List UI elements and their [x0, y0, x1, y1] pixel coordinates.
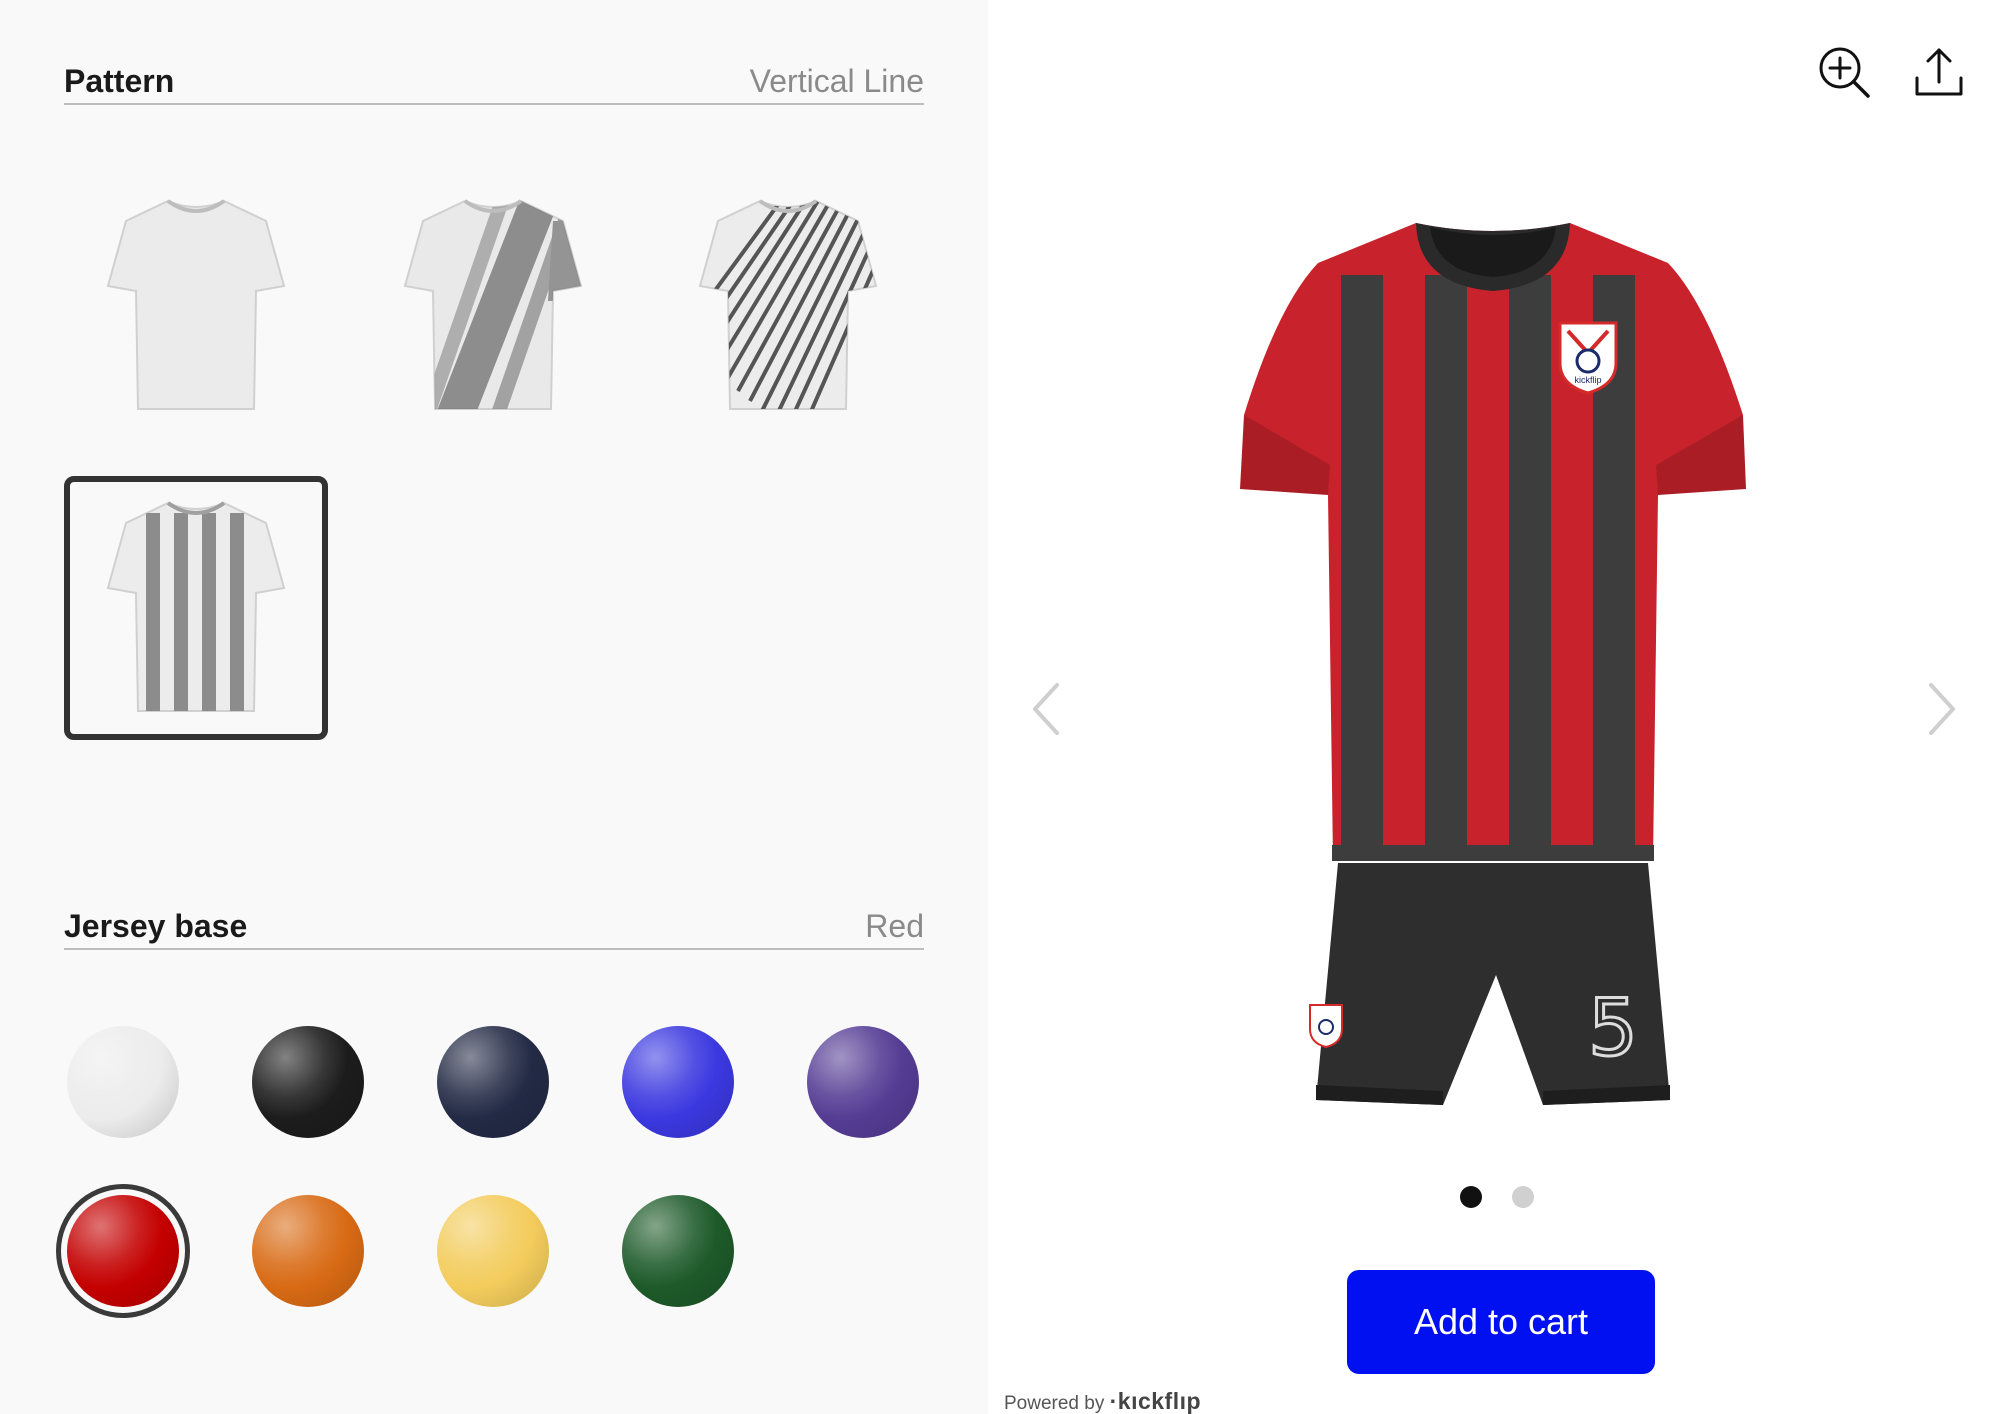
pagination-dot-1[interactable]: [1460, 1186, 1482, 1208]
color-swatch-blue[interactable]: [622, 1026, 734, 1138]
jersey-hem: [1332, 845, 1654, 861]
color-swatch-yellow[interactable]: [437, 1195, 549, 1307]
previous-view-button[interactable]: [1021, 674, 1071, 744]
share-button[interactable]: [1909, 42, 1969, 102]
color-swatch-green[interactable]: [622, 1195, 734, 1307]
chevron-left-icon: [1033, 683, 1059, 735]
chevron-right-icon: [1929, 683, 1955, 735]
jersey-base-section-header: Jersey base Red: [64, 900, 924, 950]
pagination-dot-2[interactable]: [1512, 1186, 1534, 1208]
shorts-crest: [1309, 1004, 1343, 1049]
color-swatch-black[interactable]: [252, 1026, 364, 1138]
product-viewer: kickflip 5 Add to cart Powered by ·kıckf…: [988, 0, 1998, 1414]
pattern-title: Pattern: [64, 63, 175, 99]
options-panel: Pattern Vertical Line Jersey base Red: [0, 0, 988, 1414]
pattern-section-header: Pattern Vertical Line: [64, 55, 924, 105]
color-swatch-red[interactable]: [67, 1195, 179, 1307]
jersey-base-title: Jersey base: [64, 908, 248, 944]
view-pagination: [1460, 1186, 1534, 1208]
kickflip-logo: ·kıckflıp: [1109, 1388, 1202, 1414]
pattern-option-diagonal-stripes[interactable]: [656, 174, 920, 438]
shorts-number: 5: [1588, 984, 1638, 1074]
jersey-base-selected-value: Red: [865, 908, 924, 944]
pattern-option-diagonal-blur[interactable]: [361, 174, 625, 438]
powered-by-footer[interactable]: Powered by ·kıckflıp: [1004, 1388, 1201, 1414]
color-swatch-purple[interactable]: [807, 1026, 919, 1138]
color-swatch-orange[interactable]: [252, 1195, 364, 1307]
product-customizer: Pattern Vertical Line Jersey base Red ki…: [0, 0, 1998, 1414]
kit-preview-image: kickflip 5: [1240, 223, 1746, 1105]
next-view-button[interactable]: [1917, 674, 1967, 744]
zoom-in-button[interactable]: [1814, 42, 1874, 102]
pattern-option-vertical-line[interactable]: [64, 476, 328, 740]
color-swatch-navy[interactable]: [437, 1026, 549, 1138]
svg-text:kickflip: kickflip: [1574, 375, 1601, 385]
color-swatch-white[interactable]: [67, 1026, 179, 1138]
tshirt-plain-icon: [106, 199, 286, 410]
pattern-selected-value: Vertical Line: [749, 63, 924, 99]
tshirt-vertical-line-icon: [106, 501, 286, 712]
add-to-cart-label: Add to cart: [1413, 1301, 1589, 1342]
add-to-cart-button[interactable]: Add to cart: [1347, 1270, 1655, 1374]
tshirt-diagonal-stripes-icon: [698, 199, 878, 410]
team-crest: kickflip: [1558, 321, 1618, 395]
powered-by-text: Powered by: [1004, 1393, 1105, 1414]
tshirt-diagonal-blur-icon: [403, 199, 583, 410]
zoom-in-icon: [1819, 47, 1870, 98]
share-upload-icon: [1915, 48, 1963, 96]
pattern-option-plain[interactable]: [64, 174, 328, 438]
